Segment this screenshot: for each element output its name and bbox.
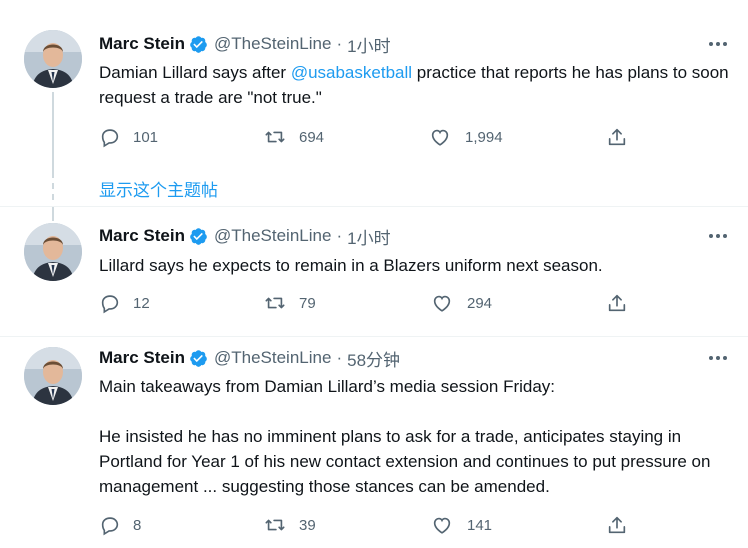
share-button[interactable]	[606, 125, 628, 149]
share-icon	[606, 126, 628, 148]
retweet-button[interactable]: 39	[263, 513, 316, 537]
tweet-text-part: Damian Lillard says after	[99, 63, 291, 82]
author-handle[interactable]: @TheSteinLine	[214, 226, 331, 246]
timestamp[interactable]: 1小时	[347, 224, 390, 249]
more-icon[interactable]	[708, 34, 728, 54]
retweet-count: 694	[299, 128, 325, 146]
thread-gap-dots	[52, 172, 54, 205]
tweet-2[interactable]: Marc Stein @TheSteinLine · 1小时 Lillard s…	[0, 207, 748, 337]
share-icon	[606, 514, 628, 536]
retweet-count: 39	[299, 516, 316, 534]
author-handle[interactable]: @TheSteinLine	[214, 348, 331, 368]
retweet-button[interactable]: 79	[263, 291, 316, 315]
tweet-header: Marc Stein @TheSteinLine · 58分钟	[99, 346, 400, 370]
like-count: 1,994	[465, 128, 503, 146]
more-icon[interactable]	[708, 226, 728, 246]
reply-icon	[99, 292, 121, 314]
mention-link[interactable]: @usabasketball	[291, 63, 412, 82]
thread-connector	[52, 92, 54, 172]
tweet-text-spacer	[99, 399, 729, 424]
thread-connector	[52, 207, 54, 221]
like-button[interactable]: 1,994	[429, 125, 503, 149]
avatar[interactable]	[24, 30, 82, 88]
reply-icon	[99, 514, 121, 536]
separator-dot: ·	[336, 348, 343, 367]
like-count: 141	[467, 516, 493, 534]
verified-badge-icon	[189, 227, 208, 246]
like-icon	[431, 292, 453, 314]
author-name[interactable]: Marc Stein	[99, 226, 185, 246]
reply-button[interactable]: 8	[99, 513, 141, 537]
like-icon	[429, 126, 451, 148]
timestamp[interactable]: 1小时	[347, 32, 390, 57]
show-thread-link[interactable]: 显示这个主题帖	[99, 176, 218, 201]
retweet-icon	[263, 126, 287, 148]
tweet-text: Lillard says he expects to remain in a B…	[99, 256, 603, 275]
tweet-text: Damian Lillard says after @usabasketball…	[99, 60, 729, 110]
retweet-icon	[263, 292, 287, 314]
tweet-text: Main takeaways from Damian Lillard’s med…	[99, 374, 729, 499]
tweet-actions: 8 39 141	[99, 513, 644, 537]
like-button[interactable]: 294	[431, 291, 492, 315]
share-button[interactable]	[606, 513, 628, 537]
retweet-button[interactable]: 694	[263, 125, 324, 149]
reply-count: 101	[133, 128, 159, 146]
reply-icon	[99, 126, 121, 148]
separator-dot: ·	[336, 34, 343, 53]
more-icon[interactable]	[708, 348, 728, 368]
timestamp[interactable]: 58分钟	[347, 346, 400, 371]
tweet-text-paragraph: He insisted he has no imminent plans to …	[99, 427, 711, 496]
tweet-1[interactable]: Marc Stein @TheSteinLine · 1小时 Damian Li…	[0, 0, 748, 172]
share-icon	[606, 292, 628, 314]
like-count: 294	[467, 294, 493, 312]
retweet-icon	[263, 514, 287, 536]
tweet-header: Marc Stein @TheSteinLine · 1小时	[99, 32, 391, 56]
retweet-count: 79	[299, 294, 316, 312]
like-button[interactable]: 141	[431, 513, 492, 537]
tweet-header: Marc Stein @TheSteinLine · 1小时	[99, 224, 391, 248]
avatar[interactable]	[24, 223, 82, 281]
tweet-text-line: Main takeaways from Damian Lillard’s med…	[99, 377, 556, 396]
reply-button[interactable]: 101	[99, 125, 158, 149]
separator-dot: ·	[336, 226, 343, 245]
author-name[interactable]: Marc Stein	[99, 34, 185, 54]
author-name[interactable]: Marc Stein	[99, 348, 185, 368]
tweet-actions: 101 694 1,994	[99, 125, 644, 149]
share-button[interactable]	[606, 291, 628, 315]
like-icon	[431, 514, 453, 536]
avatar[interactable]	[24, 347, 82, 405]
reply-button[interactable]: 12	[99, 291, 150, 315]
tweet-actions: 12 79 294	[99, 291, 644, 315]
author-handle[interactable]: @TheSteinLine	[214, 34, 331, 54]
verified-badge-icon	[189, 349, 208, 368]
reply-count: 8	[133, 516, 142, 534]
reply-count: 12	[133, 294, 150, 312]
verified-badge-icon	[189, 35, 208, 54]
tweet-3[interactable]: Marc Stein @TheSteinLine · 58分钟 Main tak…	[0, 337, 748, 548]
